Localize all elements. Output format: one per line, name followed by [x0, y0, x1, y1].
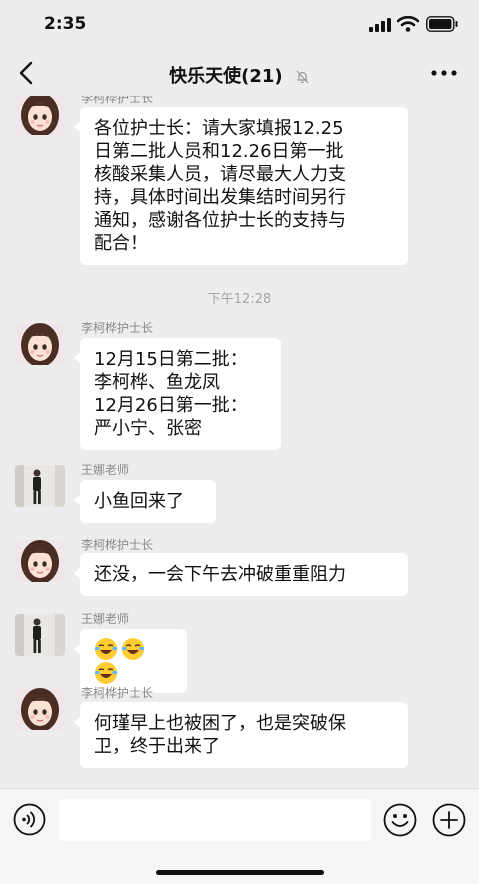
message-timestamp: 下午12:28	[207, 292, 272, 307]
message-line: 持，具体时间出发集结时间另行	[94, 187, 346, 208]
sender-name: 李柯桦护士长	[81, 96, 154, 105]
message-line: 何瑾早上也被困了，也是突破保	[94, 713, 346, 734]
voice-icon[interactable]	[13, 803, 46, 836]
more-dots-icon[interactable]	[428, 62, 460, 84]
message-line: 通知，感谢各位护士长的支持与	[94, 210, 346, 231]
status-time: 2:35	[44, 14, 87, 34]
battery-icon	[426, 16, 458, 32]
message-bubble[interactable]: 何瑾早上也被困了，也是突破保 卫，终于出来了	[74, 702, 408, 768]
message-line: 12月26日第一批：	[94, 395, 248, 416]
photo-avatar[interactable]	[15, 614, 65, 656]
cartoon-girl-avatar[interactable]	[15, 96, 65, 135]
message-line: 各位护士长：请大家填报12.25	[94, 118, 344, 139]
sender-name: 王娜老师	[81, 612, 130, 626]
cartoon-girl-avatar[interactable]	[15, 688, 65, 730]
laugh-cry-emoji-icon	[94, 638, 118, 660]
message-bubble[interactable]: 各位护士长：请大家填报12.25 日第二批人员和12.26日第一批 核酸采集人员…	[74, 107, 408, 265]
chat-message-list[interactable]: 李柯桦护士长 各位护士长：请大家填报12.25 日第二批人员和12.26日第一批…	[0, 96, 479, 788]
message-line: 卫，终于出来了	[94, 736, 220, 757]
message-input[interactable]	[59, 799, 371, 841]
sender-name: 李柯桦护士长	[81, 686, 154, 700]
message-line: 严小宁、张密	[94, 418, 202, 439]
message-line: 李柯桦、鱼龙凤	[94, 372, 220, 393]
message-bubble[interactable]: 还没，一会下午去冲破重重阻力	[74, 553, 408, 596]
message-line: 日第二批人员和12.26日第一批	[94, 141, 344, 162]
cartoon-girl-avatar[interactable]	[15, 323, 65, 365]
message-bubble[interactable]: 12月15日第二批： 李柯桦、鱼龙凤 12月26日第一批： 严小宁、张密	[74, 338, 281, 450]
message-bubble[interactable]: 小鱼回来了	[74, 480, 216, 523]
sender-name: 李柯桦护士长	[81, 321, 154, 335]
cartoon-girl-avatar[interactable]	[15, 540, 65, 582]
message-line: 核酸采集人员，请尽最大人力支	[94, 164, 346, 185]
chat-title: 快乐天使(21)	[169, 66, 283, 87]
message-line: 12月15日第二批：	[94, 349, 248, 370]
chat-header: 快乐天使(21)	[0, 50, 479, 96]
status-bar: 2:35	[0, 0, 479, 50]
signal-icon	[369, 18, 391, 32]
wifi-icon	[397, 15, 419, 32]
home-indicator	[156, 870, 324, 875]
laugh-cry-emoji-icon	[121, 638, 145, 660]
photo-avatar[interactable]	[15, 465, 65, 507]
chat-title-wrap: 快乐天使(21)	[0, 62, 479, 88]
smiley-icon[interactable]	[383, 803, 417, 837]
plus-icon[interactable]	[432, 803, 466, 837]
message-line: 还没，一会下午去冲破重重阻力	[94, 564, 346, 585]
laugh-cry-emoji-icon	[94, 662, 118, 684]
sender-name: 李柯桦护士长	[81, 538, 154, 552]
sender-name: 王娜老师	[81, 463, 130, 477]
message-line: 小鱼回来了	[94, 491, 184, 512]
bell-slash-icon	[296, 70, 309, 84]
message-line: 配合！	[94, 233, 148, 254]
